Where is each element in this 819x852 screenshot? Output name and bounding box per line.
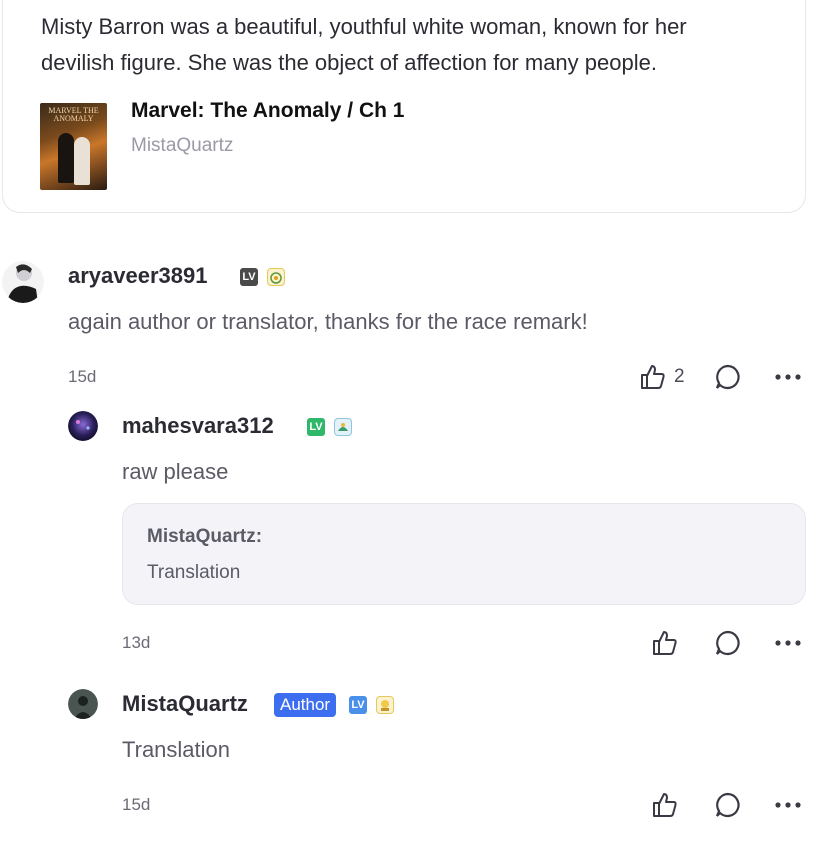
chapter-excerpt-card: Misty Barron was a beautiful, youthful w… (2, 0, 806, 213)
comment-time: 15d (122, 795, 151, 814)
comment-bubble-icon[interactable] (714, 363, 742, 391)
quote-text: Translation (147, 562, 241, 583)
comment-text: raw please (122, 459, 229, 484)
avatar[interactable] (2, 261, 44, 303)
level-badge: LV (240, 268, 258, 286)
level-badge: LV (307, 418, 325, 436)
quoted-comment: MistaQuartz: Translation (122, 503, 806, 605)
level-badge: LV (349, 696, 367, 714)
username[interactable]: MistaQuartz (122, 691, 248, 717)
comment-bubble-icon[interactable] (714, 629, 742, 657)
comment-text: Translation (122, 737, 231, 762)
username[interactable]: mahesvara312 (122, 413, 274, 439)
more-dots-icon[interactable] (774, 791, 802, 819)
comment-text: again author or translator, thanks for t… (68, 309, 588, 334)
cover-figure (58, 133, 74, 183)
book-author[interactable]: MistaQuartz (131, 135, 233, 157)
book-cover[interactable]: MARVEL THE ANOMALY (40, 103, 107, 190)
more-dots-icon[interactable] (774, 363, 802, 391)
thumbs-up-icon[interactable] (651, 791, 679, 819)
excerpt-text: Misty Barron was a beautiful, youthful w… (41, 14, 687, 75)
achievement-badge-icon (334, 418, 352, 436)
achievement-badge-icon (267, 268, 285, 286)
avatar[interactable] (68, 689, 98, 719)
more-dots-icon[interactable] (774, 629, 802, 657)
comment-time: 13d (122, 633, 151, 652)
cover-figure (74, 137, 90, 185)
like-count: 2 (674, 366, 685, 387)
thumbs-up-icon[interactable] (639, 363, 667, 391)
username[interactable]: aryaveer3891 (68, 263, 207, 289)
author-badge: Author (274, 693, 337, 717)
cover-title-text: MARVEL THE ANOMALY (48, 106, 99, 123)
avatar[interactable] (68, 411, 98, 441)
thumbs-up-icon[interactable] (651, 629, 679, 657)
achievement-badge-icon (376, 696, 394, 714)
book-chapter-title[interactable]: Marvel: The Anomaly / Ch 1 (131, 99, 404, 123)
comment-time: 15d (68, 367, 97, 386)
quote-author: MistaQuartz: (147, 526, 263, 547)
comment-bubble-icon[interactable] (714, 791, 742, 819)
